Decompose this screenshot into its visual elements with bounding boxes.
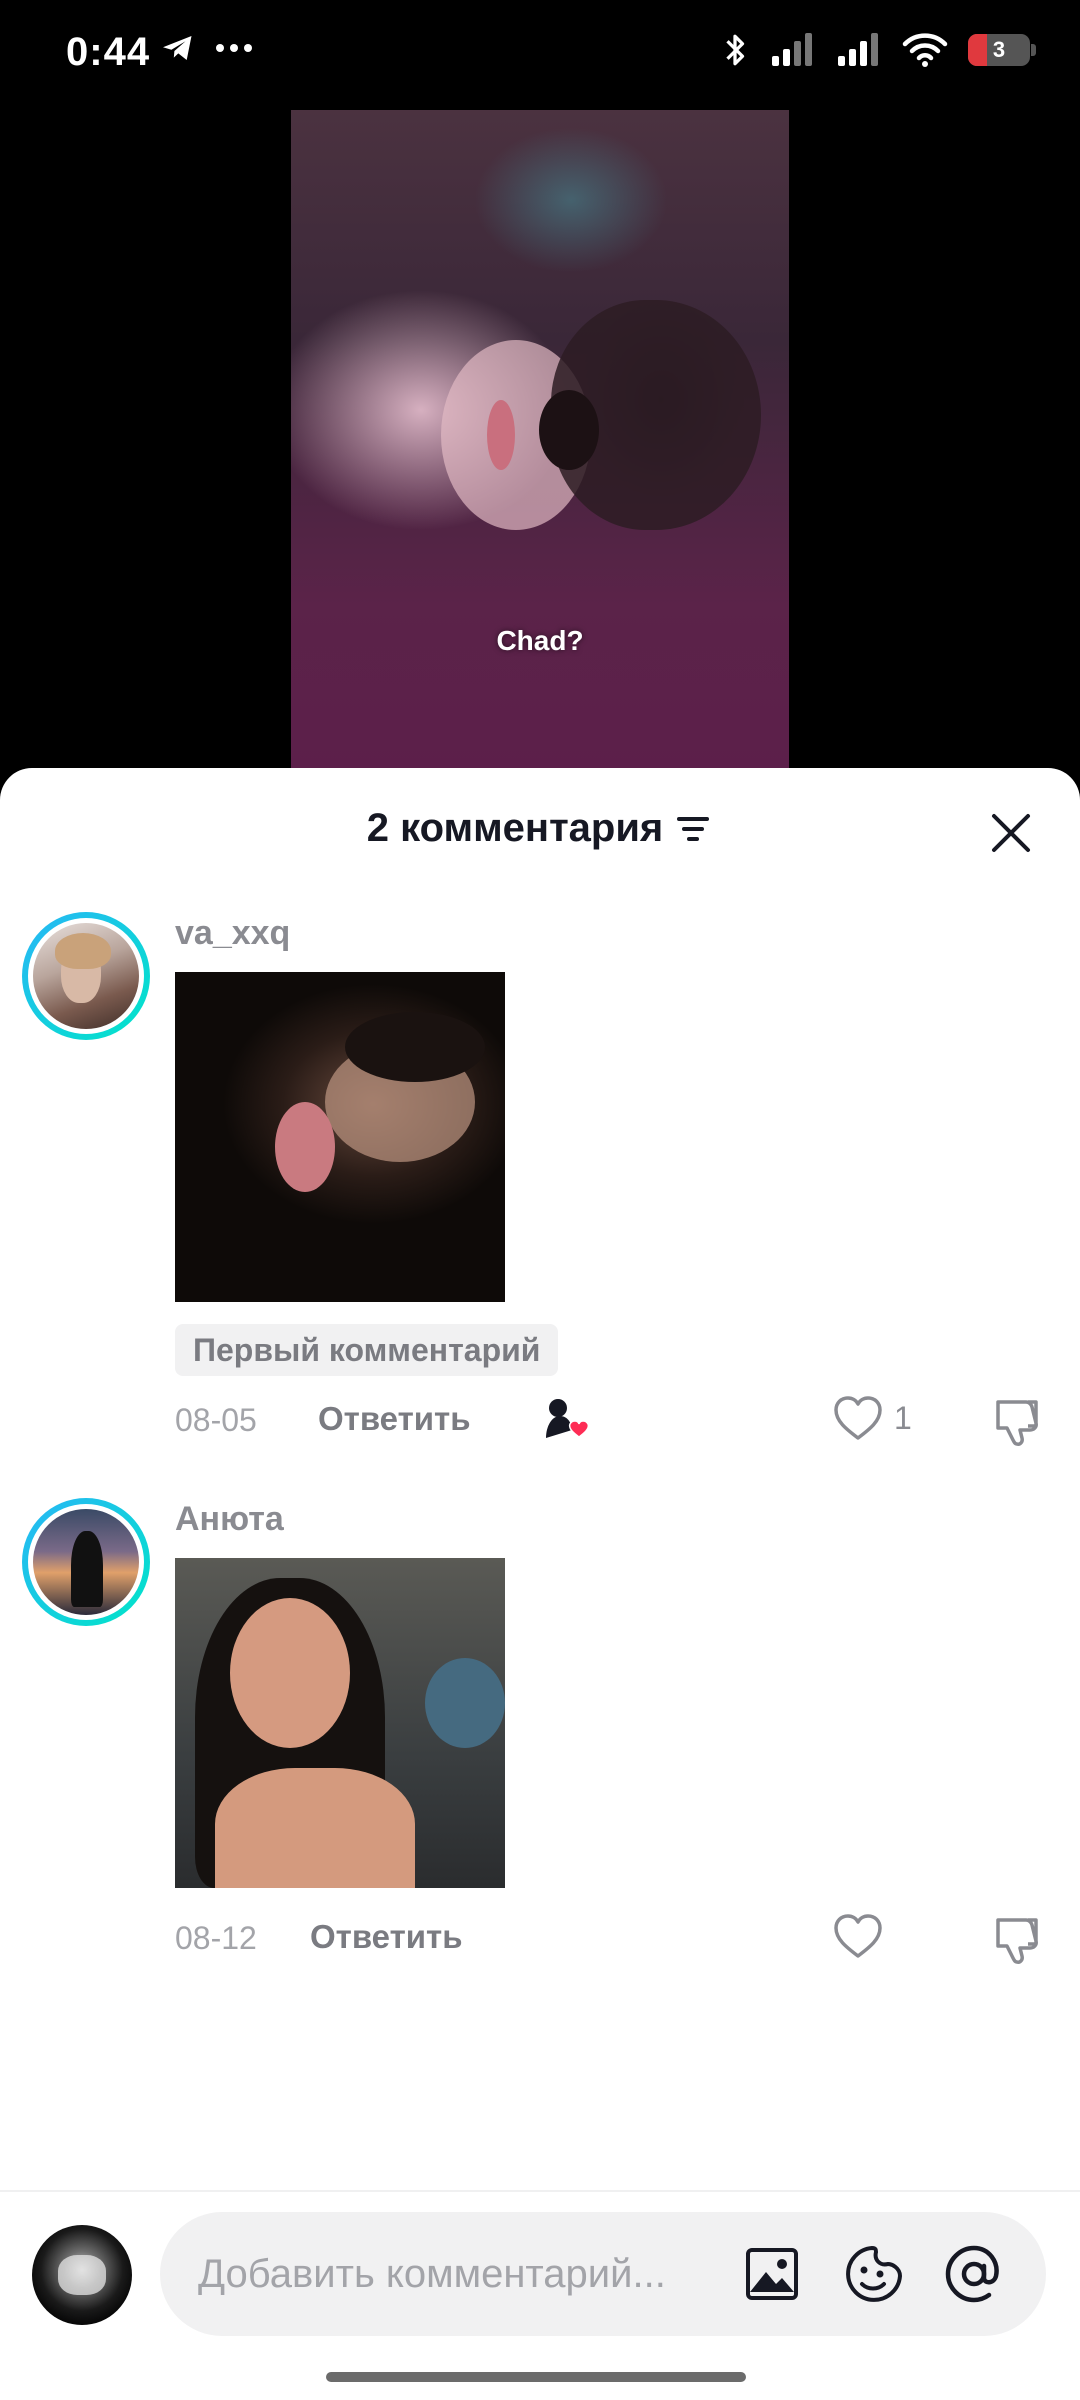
heart-icon xyxy=(834,1396,882,1440)
close-icon xyxy=(992,814,1030,852)
status-right-icons: 3 xyxy=(720,30,1036,70)
battery-level: 3 xyxy=(992,37,1006,62)
status-time: 0:44 xyxy=(66,30,151,74)
comment-input-placeholder: Добавить комментарий... xyxy=(198,2252,666,2296)
heart-icon xyxy=(834,1914,882,1958)
my-avatar[interactable] xyxy=(32,2225,132,2325)
signal-icon xyxy=(838,33,878,66)
more-dots-icon xyxy=(216,44,252,52)
comment-date: 08-12 xyxy=(175,1920,257,1956)
creator-heart-icon xyxy=(546,1399,590,1438)
telegram-icon xyxy=(163,36,192,60)
comments-title: 2 комментария xyxy=(366,806,664,850)
comments-title-wrap[interactable]: 2 комментария xyxy=(0,806,1080,851)
status-bar: 0:44 3 xyxy=(0,0,1080,110)
bluetooth-icon xyxy=(726,34,745,66)
at-mention-icon xyxy=(945,2245,999,2303)
mention-button[interactable] xyxy=(942,2242,1006,2306)
comment-input[interactable]: Добавить комментарий... xyxy=(160,2212,1046,2336)
status-left-icons xyxy=(160,30,254,66)
thumbs-down-icon xyxy=(996,1400,1038,1446)
sort-filter-icon[interactable] xyxy=(673,811,713,847)
creator-liked-indicator xyxy=(540,1394,590,1444)
wifi-icon xyxy=(902,33,948,67)
avatar[interactable] xyxy=(22,912,150,1040)
comment-image[interactable] xyxy=(175,1558,505,1888)
sticker-button[interactable] xyxy=(842,2242,906,2306)
dislike-button[interactable] xyxy=(990,1392,1046,1448)
reply-button[interactable]: Ответить xyxy=(318,1400,471,1438)
home-indicator[interactable] xyxy=(326,2372,746,2382)
like-button[interactable] xyxy=(832,1912,884,1960)
like-count: 1 xyxy=(894,1399,912,1436)
dislike-button[interactable] xyxy=(990,1910,1046,1966)
composer-divider xyxy=(0,2190,1080,2192)
comments-sheet-header: 2 комментария xyxy=(0,768,1080,888)
avatar[interactable] xyxy=(22,1498,150,1626)
comment-username[interactable]: va_xxq xyxy=(175,914,290,953)
emoji-sticker-icon xyxy=(846,2245,903,2302)
like-button[interactable]: 1 xyxy=(832,1394,912,1442)
comments-sheet: 2 комментария va_xxq Первый комментарий … xyxy=(0,768,1080,2400)
screen: 0:44 3 Chad? 2 комментария va_xxq Первый… xyxy=(0,0,1080,2400)
comment-username[interactable]: Анюта xyxy=(175,1500,284,1539)
first-comment-badge: Первый комментарий xyxy=(175,1324,559,1376)
image-button[interactable] xyxy=(740,2242,804,2306)
video-player[interactable]: Chad? xyxy=(291,110,789,770)
comment-image[interactable] xyxy=(175,972,505,1302)
reply-button[interactable]: Ответить xyxy=(310,1918,463,1956)
comment-date: 08-05 xyxy=(175,1402,257,1438)
signal-icon xyxy=(772,33,812,66)
thumbs-down-icon xyxy=(996,1918,1038,1964)
close-button[interactable] xyxy=(980,802,1042,864)
image-icon xyxy=(746,2248,798,2300)
battery-icon: 3 xyxy=(968,34,1036,66)
video-caption: Chad? xyxy=(496,625,584,656)
